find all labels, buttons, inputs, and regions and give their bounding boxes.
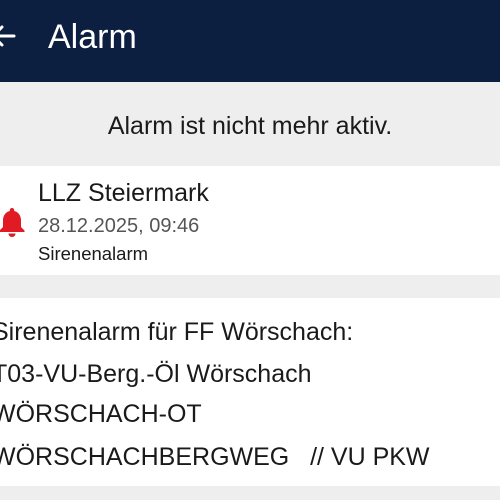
alarm-card[interactable]: LLZ Steiermark 28.12.2025, 09:46 Sirenen…: [0, 166, 500, 275]
page-title: Alarm: [48, 18, 137, 56]
alarm-source: LLZ Steiermark: [38, 179, 209, 207]
bell-icon: [0, 206, 26, 238]
message-line: T03-VU-Berg.-Öl Wörschach: [0, 360, 312, 388]
alarm-message: Sirenenalarm für FF Wörschach: T03-VU-Be…: [0, 298, 500, 486]
arrow-left-icon[interactable]: [0, 16, 26, 56]
alarm-status-text: Alarm ist nicht mehr aktiv.: [107, 112, 393, 140]
alarm-screen: Alarm Alarm ist nicht mehr aktiv. LLZ St…: [0, 0, 500, 500]
alarm-type: Sirenenalarm: [38, 243, 149, 264]
message-line: WÖRSCHACHBERGWEG // VU PKW: [0, 443, 430, 471]
alarm-datetime: 28.12.2025, 09:46: [38, 215, 200, 237]
message-line: Sirenenalarm für FF Wörschach:: [0, 318, 354, 346]
message-line: WÖRSCHACH-OT: [0, 400, 202, 428]
app-bar: Alarm: [0, 0, 500, 82]
